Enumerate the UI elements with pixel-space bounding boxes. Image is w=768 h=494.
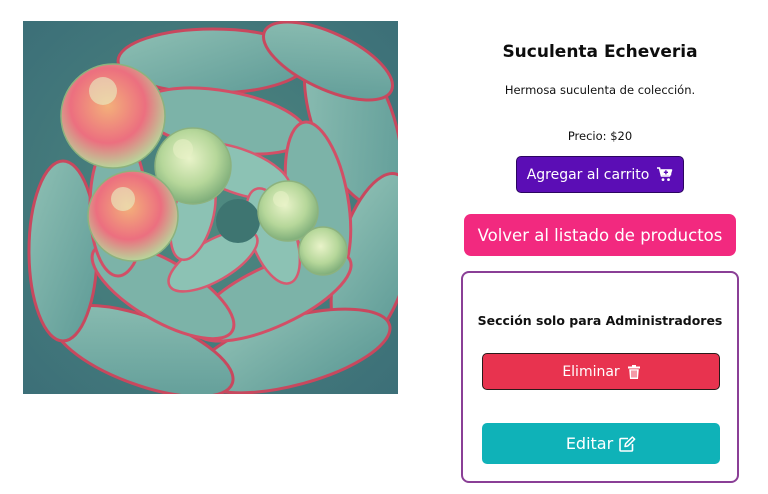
- cart-plus-icon: [657, 167, 673, 182]
- admin-section: Sección solo para Administradores Elimin…: [461, 271, 739, 483]
- edit-label: Editar: [565, 434, 614, 453]
- edit-icon: [619, 435, 636, 452]
- delete-button[interactable]: Eliminar: [482, 353, 720, 390]
- product-image: [23, 21, 398, 394]
- product-title: Suculenta Echeveria: [502, 42, 698, 62]
- admin-section-title: Sección solo para Administradores: [477, 313, 723, 328]
- trash-icon: [627, 364, 640, 379]
- delete-label: Eliminar: [562, 363, 620, 380]
- add-to-cart-label: Agregar al carrito: [526, 166, 650, 183]
- succulent-photo: [23, 21, 398, 394]
- product-price: Precio: $20: [567, 129, 633, 143]
- edit-button[interactable]: Editar: [482, 423, 720, 464]
- back-to-products-button[interactable]: Volver al listado de productos: [464, 214, 736, 256]
- add-to-cart-button[interactable]: Agregar al carrito: [516, 156, 684, 193]
- product-description: Hermosa suculenta de colección.: [504, 83, 696, 97]
